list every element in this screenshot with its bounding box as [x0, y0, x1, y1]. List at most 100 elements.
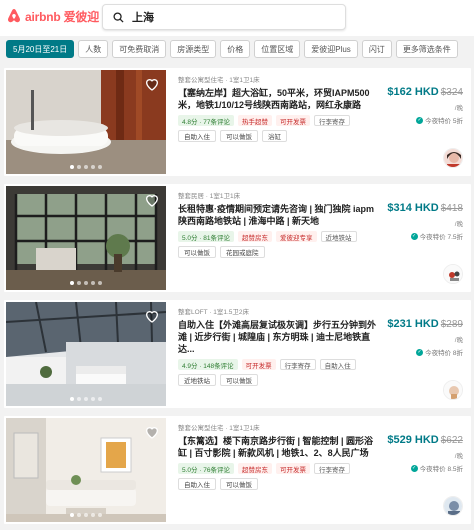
per-night: /晚 — [454, 453, 463, 460]
listing-subtitle: 整套公寓型住宅 · 1室1卫1床 — [178, 77, 260, 84]
search-query: 上海 — [132, 12, 154, 24]
listing-subtitle: 整套民居 · 1室1卫1床 — [178, 193, 241, 200]
filter-guests[interactable]: 人数 — [78, 40, 109, 58]
price-box: $231 HKD $289 /晚 ✓ 今夜特价 8折 — [383, 314, 463, 357]
host-avatar[interactable] — [443, 496, 463, 516]
old-price: $418 — [440, 203, 463, 214]
old-price: $622 — [440, 435, 463, 446]
listing-photo[interactable] — [6, 302, 166, 406]
listing-badges: 4.9分 · 148条评论 可开发票 行李寄存 自助入住 — [178, 359, 378, 370]
luggage-badge: 行李寄存 — [314, 463, 351, 474]
photo-pagination — [6, 281, 166, 285]
discount-note: ✓ 今夜特价 8.5折 — [410, 464, 463, 473]
photo-pagination — [6, 513, 166, 517]
listing-info: 整套公寓型住宅 · 1室1卫1床 【塞纳左岸】超大浴缸，50平米，环贸IAPM5… — [178, 74, 378, 142]
listing-badges: 5.0分 · 76条评论 超赞房东 可开发票 行李寄存 — [178, 463, 378, 474]
living-room-photo — [6, 418, 166, 522]
exclusive-badge: 爱彼迎专享 — [276, 231, 317, 242]
price: $314 HKD — [387, 202, 439, 214]
luggage-badge: 行李寄存 — [314, 115, 351, 126]
subway-badge: 近地铁站 — [320, 231, 357, 242]
rating-badge: 4.9分 · 148条评论 — [178, 359, 238, 370]
listing-card[interactable]: 整套LOFT · 1室1.5卫2床 自助入住【外滩高层复试极灰调】步行五分钟到外… — [4, 300, 471, 408]
check-icon: ✓ — [410, 464, 418, 472]
host-badge: 热手超赞 — [238, 115, 273, 126]
filter-location[interactable]: 位置区域 — [254, 40, 301, 58]
amenity-tag: 可以做饭 — [220, 130, 258, 142]
host-avatar[interactable] — [443, 264, 463, 284]
price-box: $529 HKD $622 /晚 ✓ 今夜特价 8.5折 — [383, 430, 463, 473]
price: $529 HKD — [387, 434, 439, 446]
filter-more[interactable]: 更多筛选条件 — [395, 40, 458, 58]
listing-card[interactable]: 整套民居 · 1室1卫1床 长租特惠·疫情期间预定请先咨询 | 独门独院 iap… — [4, 184, 471, 292]
discount-note: ✓ 今夜特价 7.5折 — [410, 232, 463, 241]
rating-badge: 5.0分 · 81条评论 — [178, 231, 235, 242]
listing-info: 整套LOFT · 1室1.5卫2床 自助入住【外滩高层复试极灰调】步行五分钟到外… — [178, 306, 378, 386]
host-badge: 超赞房东 — [238, 463, 273, 474]
listing-badges: 4.8分 · 77条评论 热手超赞 可开发票 行李寄存 — [178, 115, 378, 126]
filter-free-cancel[interactable]: 可免费取消 — [112, 40, 167, 58]
invoice-badge: 可开发票 — [241, 359, 276, 370]
price-box: $162 HKD $324 /晚 ✓ 今夜特价 5折 — [383, 82, 463, 125]
filter-room-type[interactable]: 房源类型 — [170, 40, 217, 58]
host-avatar[interactable] — [443, 380, 463, 400]
listing-title[interactable]: 自助入住【外滩高层复试极灰调】步行五分钟到外滩 | 近步行街 | 城隍庙 | 东… — [178, 319, 378, 355]
host-badge: 超赞房东 — [238, 231, 273, 242]
discount-note: ✓ 今夜特价 5折 — [416, 116, 463, 125]
price: $162 HKD — [387, 86, 439, 98]
price: $231 HKD — [387, 318, 439, 330]
listing-subtitle: 整套LOFT · 1室1.5卫2床 — [178, 309, 250, 316]
host-avatar[interactable] — [443, 148, 463, 168]
filter-dates[interactable]: 5月20日至21日 — [6, 40, 75, 58]
invoice-badge: 可开发票 — [276, 463, 311, 474]
photo-pagination — [6, 397, 166, 401]
amenity-tag: 自助入住 — [178, 478, 216, 490]
bathroom-photo — [6, 70, 166, 174]
amenity-tag: 可以做饭 — [220, 478, 258, 490]
price-box: $314 HKD $418 /晚 ✓ 今夜特价 7.5折 — [383, 198, 463, 241]
check-icon: ✓ — [416, 348, 424, 356]
amenity-tag: 花园或庭院 — [220, 246, 265, 258]
amenity-tag: 可以做饭 — [220, 374, 258, 386]
listing-tags: 近地铁站 可以做饭 — [178, 374, 378, 386]
airbnb-logo-icon — [7, 9, 21, 23]
filter-plus[interactable]: 爱彼迎Plus — [304, 40, 358, 58]
old-price: $324 — [440, 87, 463, 98]
courtyard-photo — [6, 186, 166, 290]
amenity-tag: 近地铁站 — [178, 374, 216, 386]
listing-title[interactable]: 【塞纳左岸】超大浴缸，50平米，环贸IAPM500米，地铁1/10/12号线陕西… — [178, 87, 378, 111]
heart-icon[interactable] — [144, 192, 160, 208]
listing-info: 整套公寓型住宅 · 1室1卫1床 【东篱选】楼下南京路步行街 | 智能控制 | … — [178, 422, 378, 490]
old-price: $289 — [440, 319, 463, 330]
per-night: /晚 — [454, 105, 463, 112]
listing-badges: 5.0分 · 81条评论 超赞房东 爱彼迎专享 近地铁站 — [178, 231, 378, 242]
logo-text: airbnb 爱彼迎 — [25, 9, 100, 24]
filter-instant-book[interactable]: 闪订 — [361, 40, 392, 58]
heart-icon[interactable] — [144, 76, 160, 92]
listing-photo[interactable] — [6, 70, 166, 174]
self-checkin-badge: 自助入住 — [319, 359, 356, 370]
check-icon: ✓ — [410, 232, 418, 240]
filter-price[interactable]: 价格 — [220, 40, 251, 58]
check-icon: ✓ — [416, 116, 424, 124]
rating-badge: 4.8分 · 77条评论 — [178, 115, 235, 126]
listing-photo[interactable] — [6, 418, 166, 522]
loft-photo — [6, 302, 166, 406]
listing-card[interactable]: 整套公寓型住宅 · 1室1卫1床 【塞纳左岸】超大浴缸，50平米，环贸IAPM5… — [4, 68, 471, 176]
heart-icon[interactable] — [144, 424, 160, 440]
listing-title[interactable]: 长租特惠·疫情期间预定请先咨询 | 独门独院 iapm陕西南路地铁站 | 淮海中… — [178, 203, 378, 227]
per-night: /晚 — [454, 337, 463, 344]
rating-badge: 5.0分 · 76条评论 — [178, 463, 235, 474]
search-bar[interactable]: 上海 — [102, 4, 346, 30]
listing-card[interactable]: 整套公寓型住宅 · 1室1卫1床 【东篱选】楼下南京路步行街 | 智能控制 | … — [4, 416, 471, 524]
top-bar: airbnb 爱彼迎 上海 — [0, 0, 474, 36]
luggage-badge: 行李寄存 — [279, 359, 316, 370]
per-night: /晚 — [454, 221, 463, 228]
listing-tags: 自助入住 可以做饭 — [178, 478, 378, 490]
listing-title[interactable]: 【东篱选】楼下南京路步行街 | 智能控制 | 圆形浴缸 | 百寸影院 | 新款风… — [178, 435, 378, 459]
heart-icon[interactable] — [144, 308, 160, 324]
filter-bar: 5月20日至21日 人数 可免费取消 房源类型 价格 位置区域 爱彼迎Plus … — [0, 40, 474, 60]
search-icon — [113, 11, 124, 23]
airbnb-logo[interactable]: airbnb 爱彼迎 — [6, 7, 99, 25]
listing-photo[interactable] — [6, 186, 166, 290]
